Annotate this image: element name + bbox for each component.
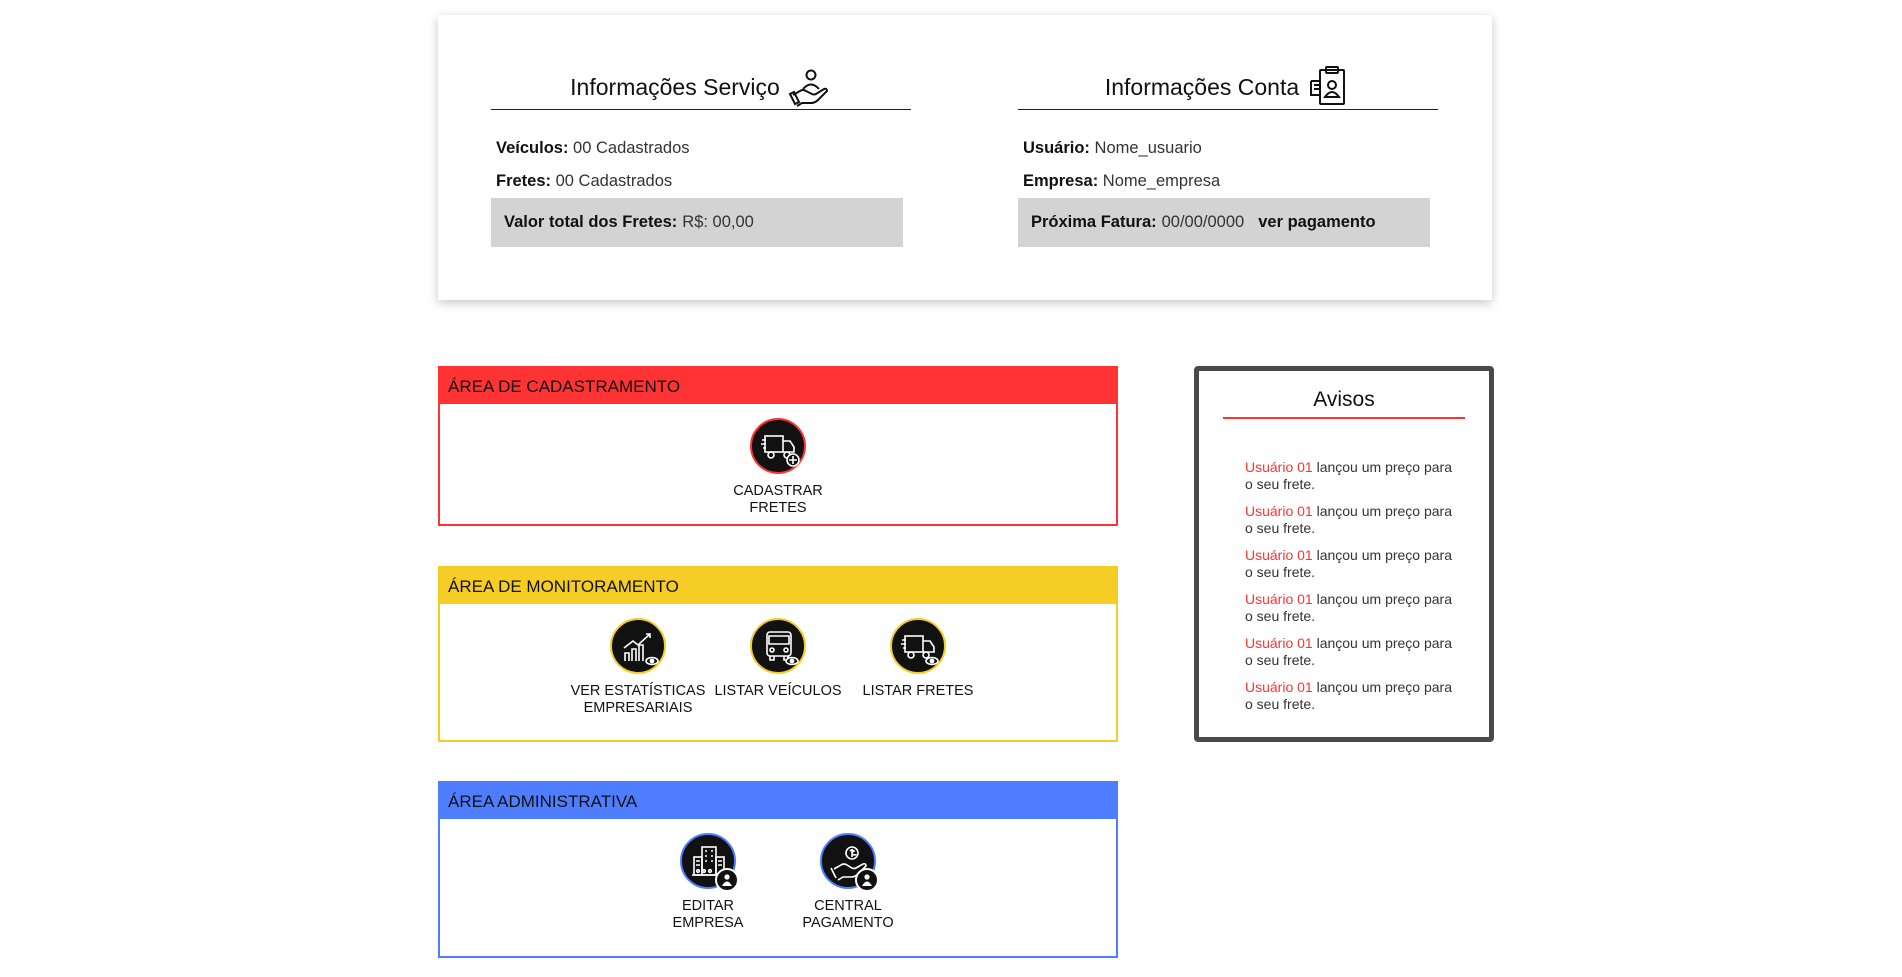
valor-total-label: Valor total dos Fretes: [504,213,678,231]
service-info-heading: Informações Serviço [491,65,911,110]
truck-view-icon [890,618,946,674]
aviso-user: Usuário 01 [1245,679,1313,695]
fretes-line: Fretes: 00 Cadastrados [496,165,911,198]
veiculos-value: 00 Cadastrados [573,139,690,157]
area-administrativa: ÁREA ADMINISTRATIVA EDITAR EMPRESA CENTR… [438,781,1118,958]
central-pagamento-label: CENTRAL PAGAMENTO [802,898,893,932]
clipboard-id-icon [1307,65,1351,109]
info-card: Informações Serviço Veículos: 00 Cadastr… [438,15,1492,300]
empresa-value: Nome_empresa [1102,172,1221,190]
avisos-title: Avisos [1223,383,1465,419]
veiculos-label: Veículos: [496,139,569,157]
building-user-icon [680,833,739,892]
area-administrativa-body: EDITAR EMPRESA CENTRAL PAGAMENTO [440,819,1116,932]
truck-front-view-icon [750,618,806,674]
area-cadastramento-body: CADASTRAR FRETES [440,404,1116,517]
avisos-list: Usuário 01 lançou um preço para o seu fr… [1245,459,1455,713]
empresa-label: Empresa: [1023,172,1099,190]
aviso-item[interactable]: Usuário 01 lançou um preço para o seu fr… [1245,591,1455,625]
editar-empresa-label-line2: EMPRESA [672,915,744,931]
aviso-item[interactable]: Usuário 01 lançou um preço para o seu fr… [1245,503,1455,537]
area-administrativa-title: ÁREA ADMINISTRATIVA [440,783,1116,819]
cadastrar-fretes-label: CADASTRAR FRETES [733,483,823,516]
listar-fretes-label: LISTAR FRETES [862,683,974,699]
service-info-title: Informações Serviço [570,73,780,100]
account-info-heading: Informações Conta [1018,65,1438,110]
central-pagamento-label-line2: PAGAMENTO [802,915,894,931]
area-cadastramento-title: ÁREA DE CADASTRAMENTO [440,368,1116,404]
editar-empresa-label: EDITAR EMPRESA [673,898,744,932]
aviso-user: Usuário 01 [1245,459,1313,475]
aviso-user: Usuário 01 [1245,547,1313,563]
editar-empresa-button[interactable]: EDITAR EMPRESA [638,833,778,932]
editar-empresa-label-line1: EDITAR [681,898,735,914]
aviso-item[interactable]: Usuário 01 lançou um preço para o seu fr… [1245,459,1455,493]
aviso-item[interactable]: Usuário 01 lançou um preço para o seu fr… [1245,679,1455,713]
hand-person-icon [788,65,832,109]
ver-estatisticas-label: VER ESTATÍSTICAS EMPRESARIAIS [571,683,706,717]
listar-veiculos-label: LISTAR VEÍCULOS [714,683,842,699]
avisos-panel: Avisos Usuário 01 lançou um preço para o… [1194,366,1494,742]
central-pagamento-button[interactable]: CENTRAL PAGAMENTO [778,833,918,932]
account-info-title: Informações Conta [1104,73,1300,100]
proxima-fatura-box: Próxima Fatura: 00/00/0000 ver pagamento [1018,198,1430,247]
cadastrar-fretes-button[interactable]: CADASTRAR FRETES [708,418,848,517]
payment-user-icon [820,833,879,892]
ver-estatisticas-button[interactable]: VER ESTATÍSTICAS EMPRESARIAIS [568,618,708,717]
user-badge-icon [855,868,879,892]
aviso-item[interactable]: Usuário 01 lançou um preço para o seu fr… [1245,547,1455,581]
veiculos-line: Veículos: 00 Cadastrados [496,132,911,165]
area-monitoramento-title: ÁREA DE MONITORAMENTO [440,568,1116,604]
usuario-value: Nome_usuario [1094,139,1202,157]
area-monitoramento-body: VER ESTATÍSTICAS EMPRESARIAIS LISTAR VEÍ… [440,604,1116,717]
user-badge-icon [715,868,739,892]
service-info-panel: Informações Serviço Veículos: 00 Cadastr… [491,65,911,247]
usuario-line: Usuário: Nome_usuario [1023,132,1438,165]
aviso-item[interactable]: Usuário 01 lançou um preço para o seu fr… [1245,635,1455,669]
chart-view-icon [610,618,666,674]
empresa-line: Empresa: Nome_empresa [1023,165,1438,198]
proxima-fatura-label: Próxima Fatura: [1031,213,1157,231]
aviso-user: Usuário 01 [1245,503,1313,519]
area-monitoramento: ÁREA DE MONITORAMENTO VER ESTATÍSTICAS E… [438,566,1118,742]
valor-total-box: Valor total dos Fretes: R$: 00,00 [491,198,903,247]
usuario-label: Usuário: [1023,139,1090,157]
ver-estatisticas-label-line2: EMPRESARIAIS [583,700,693,716]
central-pagamento-label-line1: CENTRAL [814,898,882,914]
valor-total-value: R$: 00,00 [682,213,754,231]
listar-fretes-button[interactable]: LISTAR FRETES [848,618,988,700]
fretes-label: Fretes: [496,172,552,190]
aviso-user: Usuário 01 [1245,591,1313,607]
area-cadastramento: ÁREA DE CADASTRAMENTO CADASTRAR FRETES [438,366,1118,526]
aviso-user: Usuário 01 [1245,635,1313,651]
listar-veiculos-button[interactable]: LISTAR VEÍCULOS [708,618,848,700]
fretes-value: 00 Cadastrados [555,172,673,190]
account-info-panel: Informações Conta Usuário: Nome_usuario … [1018,65,1438,247]
truck-add-icon [750,418,806,474]
proxima-fatura-value: 00/00/0000 [1161,213,1245,231]
ver-estatisticas-label-line1: VER ESTATÍSTICAS [570,683,706,699]
ver-pagamento-link[interactable]: ver pagamento [1258,213,1375,232]
